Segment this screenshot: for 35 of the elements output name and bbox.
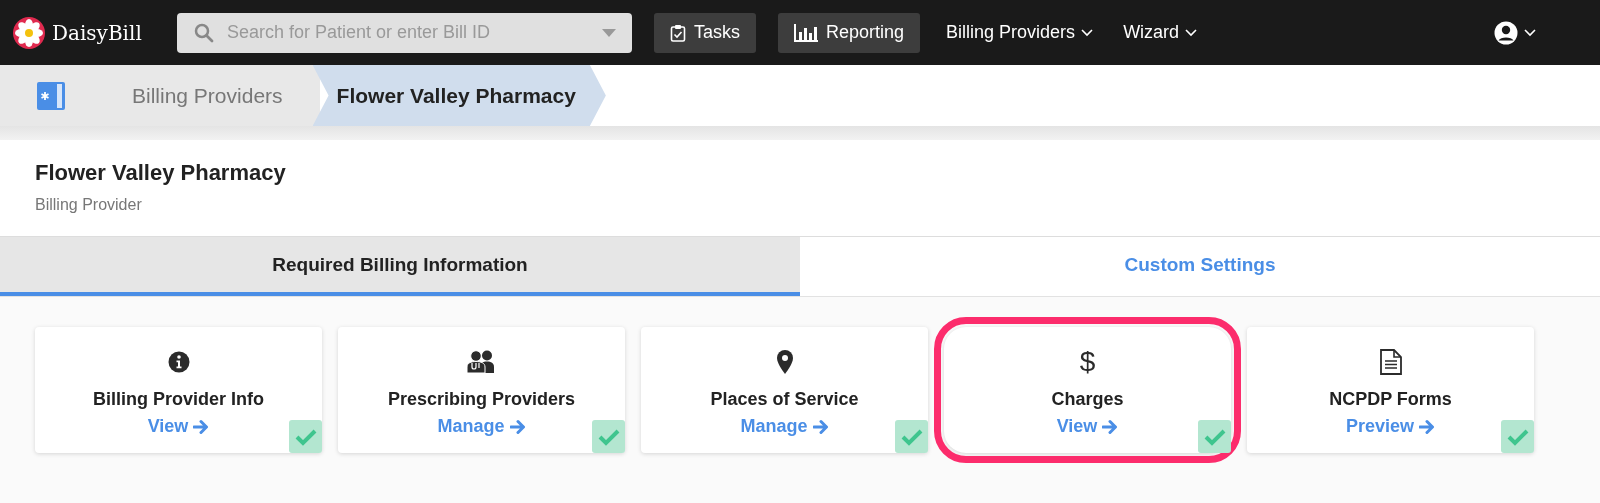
nav-button[interactable]: Reporting	[778, 12, 921, 53]
flower-logo-icon	[12, 15, 46, 50]
bar-chart-icon	[794, 23, 818, 42]
dollar-icon: $	[1079, 349, 1096, 375]
card-title: Billing Provider Info	[93, 389, 264, 410]
arrow-right-icon	[1102, 418, 1119, 435]
arrow-right-icon	[812, 418, 829, 435]
tab[interactable]: Required Billing Information	[0, 237, 800, 296]
chevron-down-icon	[1524, 28, 1536, 37]
info-icon	[167, 349, 190, 375]
arrow-right-icon	[1419, 418, 1435, 435]
user-menu[interactable]	[1494, 20, 1536, 45]
map-pin-icon	[776, 349, 793, 375]
nav-menu[interactable]: Billing Providers	[946, 22, 1094, 43]
card-title: Prescribing Providers	[387, 389, 576, 410]
arrow-right-icon	[509, 418, 526, 435]
search-icon	[194, 22, 214, 43]
card-title: Places of Service	[710, 389, 859, 410]
id-card-icon	[36, 80, 66, 111]
page-subtitle: Billing Provider	[35, 196, 143, 214]
chevron-down-icon	[1185, 28, 1198, 37]
user-avatar-icon	[1494, 20, 1518, 45]
document-icon	[1379, 349, 1402, 375]
search-field[interactable]: Search for Patient or enter Bill ID	[177, 12, 632, 53]
chevron-down-icon	[1081, 28, 1094, 37]
nav-button[interactable]: Tasks	[654, 12, 756, 53]
arrow-right-icon	[193, 418, 210, 435]
breadcrumb-item[interactable]: Flower Valley Pharmacy	[312, 65, 606, 126]
page-title: Flower Valley Pharmacy	[35, 160, 287, 186]
card-title: Charges	[1051, 389, 1124, 410]
brand-name[interactable]: DaisyBill	[52, 20, 142, 45]
clipboard-icon	[670, 23, 686, 42]
nav-menu[interactable]: Wizard	[1123, 22, 1198, 43]
dropdown-caret-icon	[602, 28, 616, 37]
card-title: NCPDP Forms	[1329, 389, 1452, 410]
